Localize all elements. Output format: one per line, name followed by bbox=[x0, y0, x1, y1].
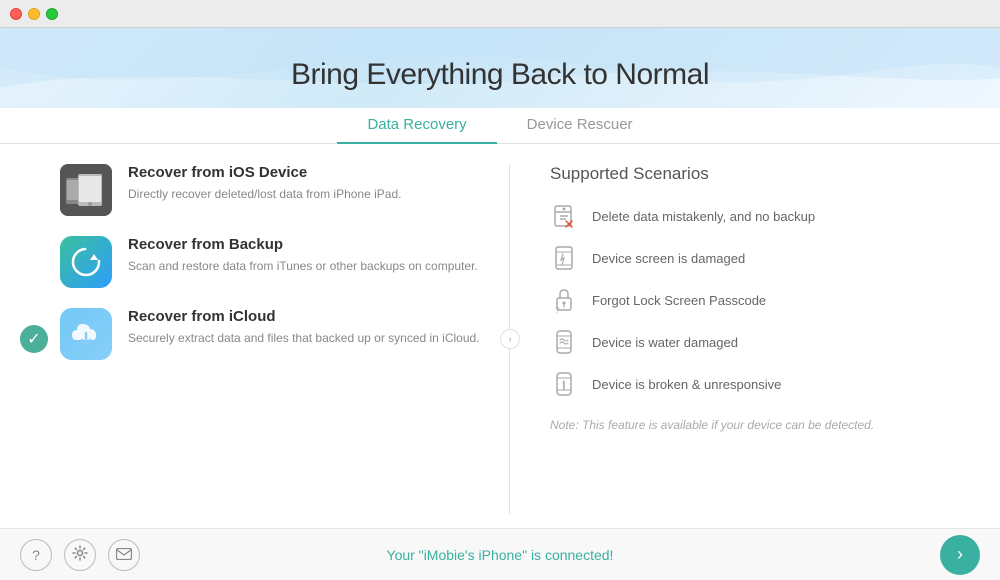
water-icon bbox=[550, 328, 578, 356]
next-button[interactable]: › bbox=[940, 535, 980, 575]
scenario-item-1: Delete data mistakenly, and no backup bbox=[550, 202, 960, 230]
maximize-button[interactable] bbox=[46, 8, 58, 20]
icloud-icon bbox=[60, 308, 112, 360]
recovery-item-ios[interactable]: Recover from iOS Device Directly recover… bbox=[60, 164, 480, 216]
backup-icon bbox=[60, 236, 112, 288]
page-title: Bring Everything Back to Normal bbox=[0, 58, 1000, 92]
scenario-text-2: Device screen is damaged bbox=[592, 251, 745, 266]
help-icon: ? bbox=[32, 547, 40, 563]
ios-recovery-text: Recover from iOS Device Directly recover… bbox=[128, 164, 401, 203]
broken-icon: ! bbox=[550, 370, 578, 398]
icloud-recovery-text: Recover from iCloud Securely extract dat… bbox=[128, 308, 480, 347]
lock-icon: ? bbox=[550, 286, 578, 314]
scenario-text-3: Forgot Lock Screen Passcode bbox=[592, 293, 766, 308]
backup-recovery-text: Recover from Backup Scan and restore dat… bbox=[128, 236, 478, 275]
bottom-bar: ? Your "iMobie's iPhone" is connected! › bbox=[0, 528, 1000, 580]
recovery-item-icloud[interactable]: Recover from iCloud Securely extract dat… bbox=[60, 308, 480, 360]
scenario-item-2: Device screen is damaged bbox=[550, 244, 960, 272]
recovery-item-backup[interactable]: Recover from Backup Scan and restore dat… bbox=[60, 236, 480, 288]
next-arrow-icon: › bbox=[957, 544, 963, 565]
main-content: Bring Everything Back to Normal Data Rec… bbox=[0, 28, 1000, 528]
scenarios-title: Supported Scenarios bbox=[550, 164, 960, 184]
content-area: ✓ bbox=[0, 144, 1000, 528]
left-panel: ✓ bbox=[0, 144, 510, 528]
mail-button[interactable] bbox=[108, 539, 140, 571]
svg-text:?: ? bbox=[555, 306, 560, 314]
close-button[interactable] bbox=[10, 8, 22, 20]
scenario-item-4: Device is water damaged bbox=[550, 328, 960, 356]
help-button[interactable]: ? bbox=[20, 539, 52, 571]
tab-data-recovery[interactable]: Data Recovery bbox=[337, 108, 496, 143]
settings-button[interactable] bbox=[64, 539, 96, 571]
scenario-item-3: ? Forgot Lock Screen Passcode bbox=[550, 286, 960, 314]
header-section: Bring Everything Back to Normal bbox=[0, 28, 1000, 92]
tabs-container: Data Recovery Device Rescuer bbox=[0, 108, 1000, 144]
status-text: Your "iMobie's iPhone" is connected! bbox=[387, 547, 614, 563]
screen-damaged-icon bbox=[550, 244, 578, 272]
scenario-text-1: Delete data mistakenly, and no backup bbox=[592, 209, 815, 224]
scenario-text-4: Device is water damaged bbox=[592, 335, 738, 350]
mail-icon bbox=[116, 547, 132, 563]
note-text: Note: This feature is available if your … bbox=[550, 418, 960, 432]
svg-text:!: ! bbox=[562, 379, 565, 389]
scenario-text-5: Device is broken & unresponsive bbox=[592, 377, 781, 392]
settings-icon bbox=[72, 545, 88, 564]
file-delete-icon bbox=[550, 202, 578, 230]
minimize-button[interactable] bbox=[28, 8, 40, 20]
titlebar bbox=[0, 0, 1000, 28]
scenario-list: Delete data mistakenly, and no backup De… bbox=[550, 202, 960, 398]
right-panel: Supported Scenarios bbox=[510, 144, 1000, 528]
tab-device-rescuer[interactable]: Device Rescuer bbox=[497, 108, 663, 143]
bottom-icons-group: ? bbox=[20, 539, 140, 571]
chevron-right-icon: › bbox=[500, 329, 520, 349]
check-indicator: ✓ bbox=[20, 325, 48, 353]
ios-device-icon bbox=[60, 164, 112, 216]
scenario-item-5: ! Device is broken & unresponsive bbox=[550, 370, 960, 398]
